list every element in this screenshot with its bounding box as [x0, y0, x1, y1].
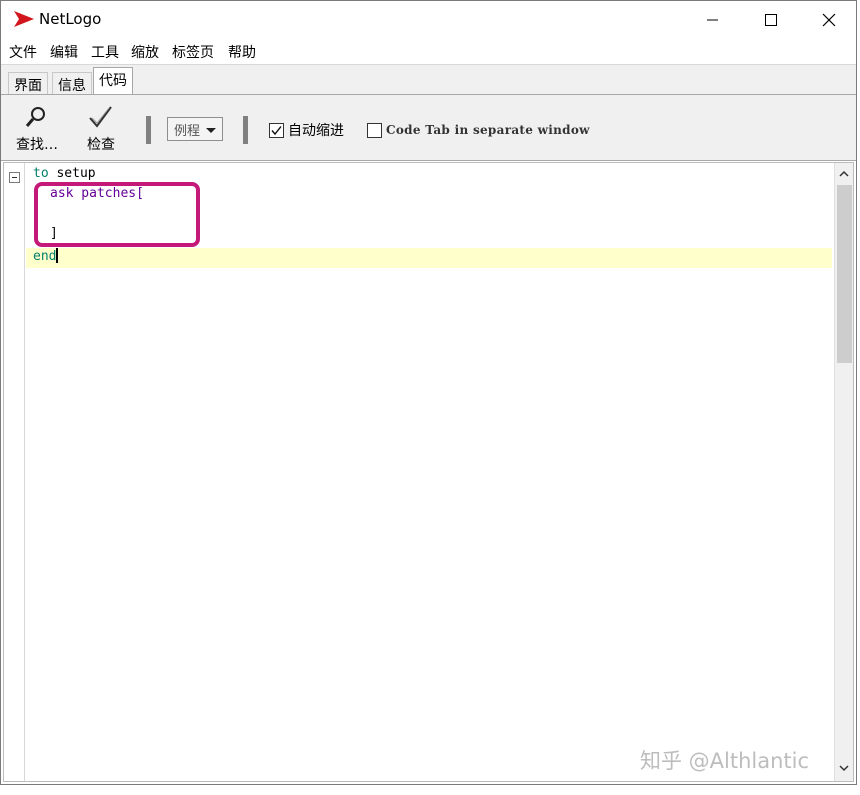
menu-tools[interactable]: 工具 [91, 42, 119, 62]
fold-collapse-icon[interactable] [9, 172, 20, 183]
auto-indent-toggle[interactable]: 自动缩进 [269, 120, 344, 140]
close-button[interactable] [800, 1, 858, 39]
window-title: NetLogo [39, 10, 102, 28]
code-line: to setup [33, 166, 96, 181]
check-label: 检查 [87, 137, 115, 153]
menu-tabs[interactable]: 标签页 [172, 42, 214, 62]
scroll-thumb[interactable] [837, 185, 852, 363]
text-cursor [56, 248, 59, 263]
separate-window-checkbox[interactable] [367, 122, 382, 138]
code-editor[interactable]: to setup ask patches[ ] end [3, 162, 854, 782]
tab-info[interactable]: 信息 [52, 72, 92, 95]
check-button[interactable]: 检查 [75, 103, 127, 153]
scroll-down-arrow-icon[interactable] [839, 763, 849, 773]
toolbar-separator [243, 116, 248, 144]
editor-gutter [4, 163, 25, 781]
tab-strip: 界面 信息 代码 [1, 64, 856, 96]
separate-window-label: Code Tab in separate window [386, 123, 590, 137]
menu-file[interactable]: 文件 [9, 42, 37, 62]
separate-window-toggle[interactable]: Code Tab in separate window [367, 120, 590, 140]
watermark: 知乎 @Althlantic [640, 749, 810, 773]
chevron-down-icon [206, 128, 216, 133]
find-button[interactable]: 查找… [11, 103, 63, 153]
checkmark-icon [89, 106, 112, 128]
code-line: end [33, 248, 59, 264]
menu-zoom[interactable]: 缩放 [131, 42, 159, 62]
tab-code[interactable]: 代码 [93, 67, 133, 96]
netlogo-logo-icon [13, 10, 35, 28]
annotation-highlight-box [34, 182, 200, 247]
menu-edit[interactable]: 编辑 [50, 42, 78, 62]
minimize-button[interactable] [684, 1, 742, 39]
find-label: 查找… [16, 137, 58, 153]
magnifier-icon [25, 107, 45, 127]
menu-bar: 文件 编辑 工具 缩放 标签页 帮助 [1, 39, 856, 64]
code-toolbar: 查找… 检查 例程 自动缩进 Code Tab in separate wind… [1, 94, 856, 161]
toolbar-separator [146, 116, 151, 144]
netlogo-window: NetLogo 文件 编辑 工具 缩放 标签页 帮助 界面 信息 代码 查找… [0, 0, 857, 785]
code-text: setup [48, 166, 96, 181]
scroll-up-arrow-icon[interactable] [839, 169, 849, 179]
menu-help[interactable]: 帮助 [228, 42, 256, 62]
procedures-label: 例程 [174, 124, 201, 139]
procedures-dropdown[interactable]: 例程 [167, 117, 223, 141]
auto-indent-checkbox[interactable] [269, 122, 284, 138]
maximize-button[interactable] [742, 1, 800, 39]
checkbox-check-icon [271, 125, 282, 135]
vertical-scrollbar[interactable] [834, 163, 853, 781]
tab-interface[interactable]: 界面 [8, 72, 48, 95]
current-line-highlight [26, 248, 832, 268]
title-bar: NetLogo [1, 1, 856, 39]
keyword-to: to [33, 166, 49, 181]
keyword-end: end [33, 249, 57, 264]
auto-indent-label: 自动缩进 [288, 123, 344, 139]
